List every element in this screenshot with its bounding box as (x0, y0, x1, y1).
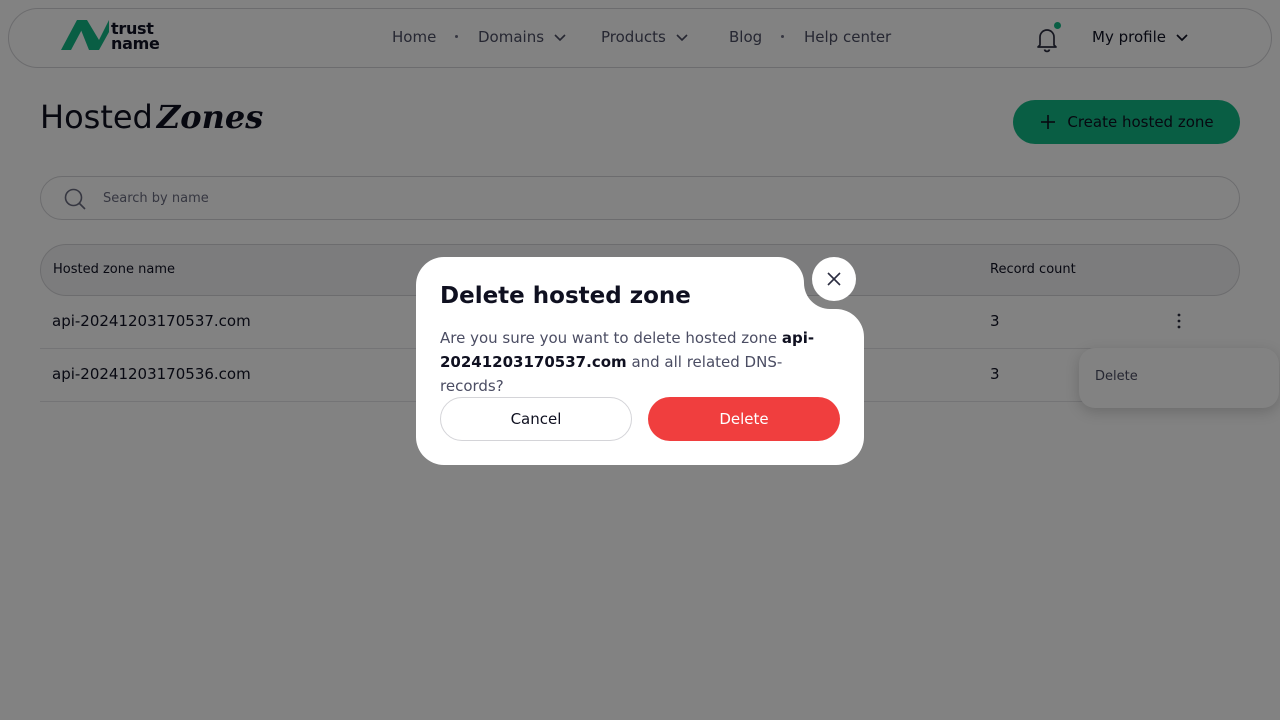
confirm-delete-button[interactable]: Delete (648, 397, 840, 441)
dialog-title: Delete hosted zone (440, 283, 691, 309)
cancel-button[interactable]: Cancel (440, 397, 632, 441)
dialog-message: Are you sure you want to delete hosted z… (440, 329, 815, 395)
close-icon (827, 272, 841, 286)
delete-hosted-zone-dialog: Delete hosted zone Are you sure you want… (416, 257, 864, 465)
close-dialog-button[interactable] (812, 257, 856, 301)
